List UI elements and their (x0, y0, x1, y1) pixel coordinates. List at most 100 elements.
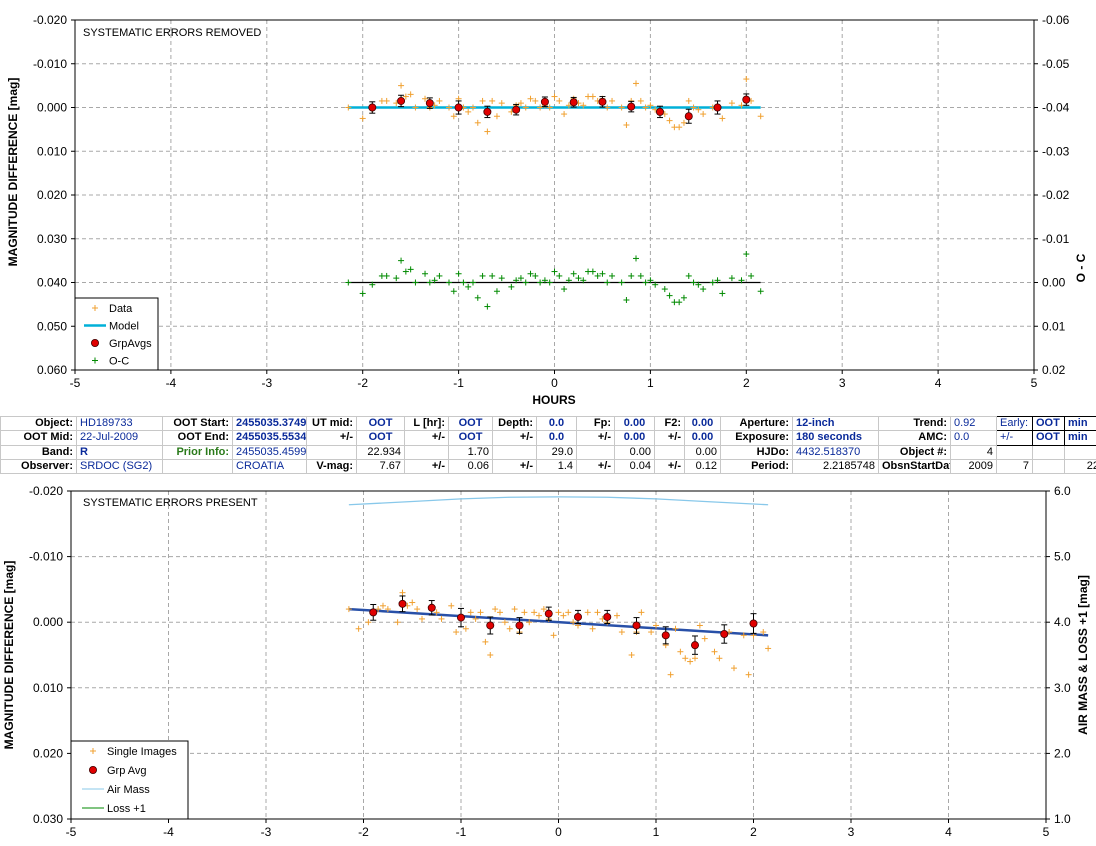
info-cell: Early: (996, 415, 1033, 432)
data-point (446, 104, 453, 111)
info-cell: Fp: (576, 415, 615, 432)
data-point (465, 108, 472, 115)
info-cell: OOT (448, 415, 493, 432)
y-tick-label: 0.020 (33, 746, 63, 760)
y2-tick-label: -0.04 (1042, 101, 1070, 115)
bottom-y2-axis-title: AIR MASS & LOSS +1 [mag] (1076, 575, 1090, 735)
legend-label: Loss +1 (107, 803, 146, 815)
info-cell: OOT (356, 415, 405, 432)
data-point (731, 665, 737, 672)
group-average-point (713, 100, 722, 115)
data-point (719, 115, 726, 122)
info-cell: 0.00 (684, 415, 721, 432)
info-cell: +/- (654, 458, 685, 475)
oc-point (460, 279, 467, 286)
y-tick-label: 0.000 (37, 101, 67, 115)
data-point (479, 97, 486, 104)
bottom-gridlines (67, 490, 1050, 823)
info-cell: ObsnStartDate: (878, 458, 951, 475)
info-cell: Prior Info: (162, 444, 233, 460)
group-average-point (749, 613, 758, 634)
data-point (359, 115, 366, 122)
data-point (692, 655, 698, 662)
y2-tick-label: 6.0 (1054, 484, 1071, 498)
info-cell: 0.12 (684, 458, 721, 475)
top-plot-title: SYSTEMATIC ERRORS REMOVED (83, 27, 261, 39)
oc-point (556, 272, 563, 279)
data-point (380, 602, 386, 609)
info-row: OOT Mid: 22-Jul-2009 OOT End: 2455035.5534 +… (0, 430, 1096, 446)
group-average-point (742, 93, 751, 106)
data-point (696, 622, 703, 629)
data-point (398, 82, 405, 89)
data-point (589, 625, 596, 632)
oc-point (743, 251, 750, 258)
group-average-point (603, 609, 612, 625)
oc-point (383, 272, 390, 279)
data-point (511, 606, 518, 613)
oc-point (561, 286, 568, 293)
group-average-point (684, 108, 693, 124)
oc-point (551, 268, 558, 275)
oc-point (474, 294, 481, 301)
legend-label: Single Images (107, 746, 177, 758)
oc-point (676, 299, 683, 306)
top-y2-axis-title: O - C (1074, 253, 1088, 282)
data-point (493, 113, 500, 120)
x-tick-label: 0 (555, 825, 562, 839)
top-x-axis-title: HOURS (532, 393, 575, 407)
top-tick-labels: -5 -4 -3 -2 -1 0 1 2 3 4 5 -0.020 -0.010 0.000 0.010 0.… (33, 13, 1070, 390)
group-average-point (598, 96, 607, 108)
info-cell (576, 444, 615, 460)
legend-label: GrpAvgs (109, 338, 152, 350)
x-tick-label: -5 (66, 825, 77, 839)
data-point (701, 635, 708, 642)
info-cell: 2455035.4599 (232, 444, 307, 460)
y-tick-label: -0.020 (29, 484, 63, 498)
info-cell: Object: (0, 415, 77, 432)
info-cell: L [hr]: (404, 415, 449, 432)
info-cell: 0.0 (950, 430, 997, 446)
info-cell: 1.4 (536, 458, 577, 475)
info-cell: Aperture: (720, 415, 793, 432)
info-cell: 22-Jul-2009 (76, 430, 163, 446)
y2-tick-label: -0.01 (1042, 232, 1070, 246)
info-cell (492, 444, 537, 460)
data-point (394, 619, 401, 626)
group-average-point (627, 100, 636, 113)
y2-tick-label: -0.06 (1042, 13, 1070, 27)
info-cell (654, 444, 685, 460)
data-point (589, 93, 596, 100)
top-legend: Data Model GrpAvgs O-C (74, 297, 159, 371)
info-cell: +/- (404, 458, 449, 475)
y2-tick-label: 2.0 (1054, 746, 1071, 760)
info-cell: 0.92 (950, 415, 997, 432)
x-tick-label: 5 (1043, 825, 1050, 839)
info-cell: 4432.518370 (792, 444, 879, 460)
info-cell: +/- (492, 458, 537, 475)
data-point (667, 671, 674, 678)
x-tick-label: -4 (163, 825, 174, 839)
data-point (409, 599, 416, 606)
info-cell: Band: (0, 444, 77, 460)
info-cell: +/- (404, 430, 449, 446)
oc-point (398, 257, 405, 264)
x-tick-label: 4 (945, 825, 952, 839)
oc-point (508, 283, 515, 290)
data-point (412, 104, 419, 111)
info-cell: OOT (1032, 415, 1065, 432)
data-point (469, 104, 476, 111)
x-tick-label: 2 (750, 825, 757, 839)
x-tick-label: 3 (839, 376, 846, 390)
data-point (677, 648, 684, 655)
data-point (438, 615, 445, 622)
data-point (682, 655, 689, 662)
info-cell: HJDo: (720, 444, 793, 460)
info-cell: 0.0 (536, 430, 577, 446)
group-average-point (486, 616, 495, 635)
y2-tick-label: 0.01 (1042, 319, 1066, 333)
info-cell: 0.06 (448, 458, 493, 475)
data-point (536, 612, 542, 619)
y2-tick-label: 0.02 (1042, 363, 1066, 377)
data-point (637, 97, 644, 104)
